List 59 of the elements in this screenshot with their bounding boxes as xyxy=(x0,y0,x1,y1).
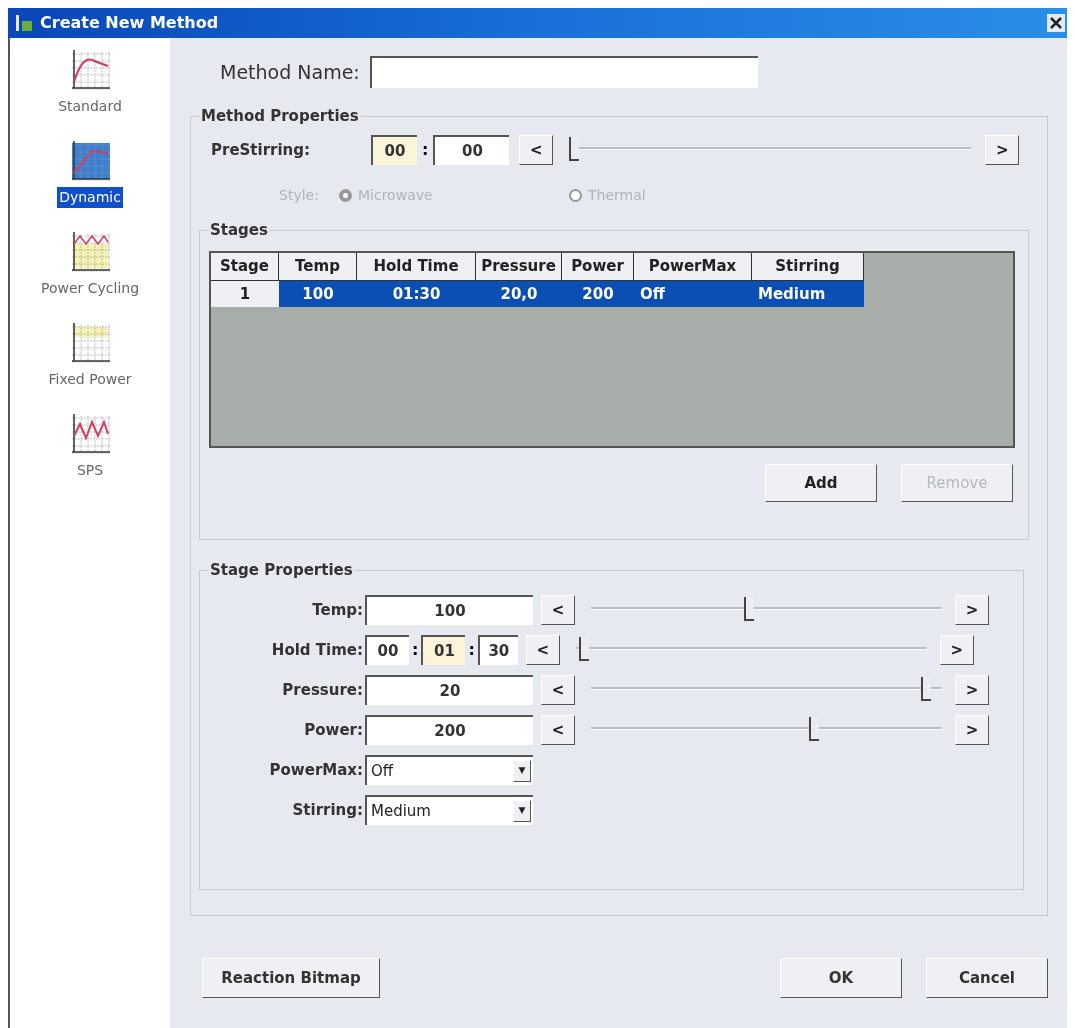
increment-button[interactable]: > xyxy=(955,595,989,625)
text-field[interactable]: 00 xyxy=(365,635,409,665)
text-field[interactable]: 20 xyxy=(365,675,533,705)
dropdown[interactable]: Off ▼ xyxy=(365,755,533,785)
sidebar-item[interactable]: Standard xyxy=(56,48,124,117)
dialog-button[interactable]: OK xyxy=(780,958,902,998)
field-label: Temp: xyxy=(311,599,364,621)
table-cell: 100 xyxy=(279,281,357,307)
field-label: Power: xyxy=(303,719,364,741)
increment-button[interactable]: > xyxy=(955,675,989,705)
sidebar-item[interactable]: SPS xyxy=(68,412,112,481)
decrement-button[interactable]: < xyxy=(541,715,575,745)
field-label: Method Name: xyxy=(220,59,360,85)
text-field[interactable]: 00 xyxy=(433,135,510,165)
dropdown[interactable]: Medium ▼ xyxy=(365,795,533,825)
table-cell: 01:30 xyxy=(357,281,476,307)
dialog-button[interactable]: Reaction Bitmap xyxy=(202,958,380,998)
table-cell: 1 xyxy=(211,281,279,307)
increment-button[interactable]: > xyxy=(955,715,989,745)
sidebar-item[interactable]: Power Cycling xyxy=(38,230,142,299)
field-label: Pressure: xyxy=(281,679,364,701)
decrement-button[interactable]: < xyxy=(525,635,560,665)
field-label: PowerMax: xyxy=(268,759,364,781)
column-header[interactable]: Hold Time xyxy=(357,253,476,281)
field-label: PreStirring: xyxy=(211,139,312,161)
increment-button[interactable]: > xyxy=(939,635,974,665)
table-cell: 20,0 xyxy=(476,281,562,307)
add-button[interactable]: Add xyxy=(765,464,877,502)
column-header[interactable]: Pressure xyxy=(476,253,562,281)
column-header[interactable]: Temp xyxy=(279,253,357,281)
window-title: Create New Method xyxy=(40,12,219,34)
close-icon[interactable] xyxy=(1047,14,1065,32)
app-icon xyxy=(14,13,34,33)
column-header[interactable]: Power xyxy=(562,253,634,281)
separator: : xyxy=(412,639,419,661)
separator: : xyxy=(422,139,429,161)
separator: : xyxy=(468,639,475,661)
decrement-button[interactable]: < xyxy=(541,595,575,625)
field-label: Hold Time: xyxy=(270,639,364,661)
increment-button[interactable]: > xyxy=(985,135,1020,165)
table-cell: Medium xyxy=(752,281,864,307)
text-field[interactable]: 100 xyxy=(365,595,533,625)
table-cell: 200 xyxy=(562,281,634,307)
column-header[interactable]: Stage xyxy=(211,253,279,281)
decrement-button[interactable]: < xyxy=(541,675,575,705)
decrement-button[interactable]: < xyxy=(519,135,554,165)
table-row[interactable]: 1 100 01:30 20,0 200 Off Medium xyxy=(211,281,1013,307)
table-cell: Off xyxy=(634,281,752,307)
sidebar-item[interactable]: Dynamic xyxy=(57,139,123,208)
dialog-button[interactable]: Cancel xyxy=(926,958,1048,998)
text-field[interactable]: 01 xyxy=(421,635,466,665)
field-label: Stirring: xyxy=(291,799,364,821)
sidebar-item[interactable]: Fixed Power xyxy=(46,321,134,390)
method-name-field[interactable] xyxy=(369,56,758,88)
column-header[interactable]: Stirring xyxy=(752,253,864,281)
text-field[interactable]: 200 xyxy=(365,715,533,745)
text-field[interactable]: 30 xyxy=(477,635,518,665)
text-field[interactable]: 00 xyxy=(371,135,417,165)
column-header[interactable]: PowerMax xyxy=(634,253,752,281)
